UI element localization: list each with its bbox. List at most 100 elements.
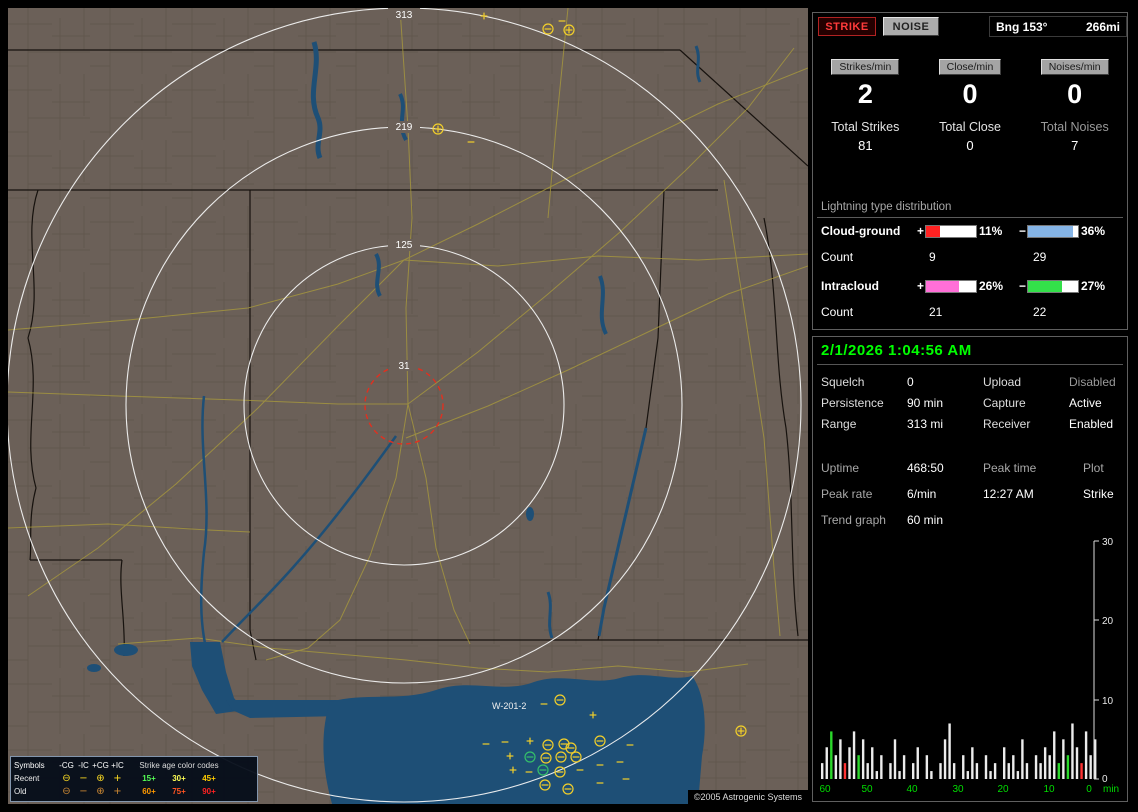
total-strikes-value: 81 [858,138,873,153]
divider [817,364,1123,365]
status-panel: 2/1/2026 1:04:56 AM Squelch 0 Upload Dis… [812,336,1128,802]
ic-positive-count: 21 [929,305,943,319]
squelch-label: Squelch [821,375,865,389]
trend-x-unit: min [1103,784,1119,795]
trend-bars [821,723,1097,779]
trend-x-label: 50 [861,784,873,795]
datetime-display: 2/1/2026 1:04:56 AM [821,342,972,359]
strike-mode-button[interactable]: STRIKE [818,17,876,36]
rates-section: Strikes/min 2 Total Strikes 81 Close/min… [813,59,1127,153]
cg-positive-bar [925,225,977,238]
range-ring-label: 313 [396,10,413,21]
copyright-notice: ©2005 Astrogenic Systems [687,790,808,804]
range-label: Range [821,417,857,431]
minus-sign: − [1019,279,1027,293]
upload-value: Disabled [1069,375,1116,389]
cg-negative-count: 29 [1033,250,1047,264]
trend-x-label: 30 [952,784,964,795]
ic-minus-symbol-icon: − [79,773,88,784]
bearing-label: Bng 153° [996,19,1048,34]
side-panel: STRIKE NOISE Bng 153° 266mi Strikes/min … [812,12,1130,804]
minus-sign: − [1019,224,1027,238]
total-close-label: Total Close [939,120,1001,134]
map-canvas[interactable]: 313 219 125 31 W-201-2 [8,8,808,804]
legend-row-label: Old [14,787,27,796]
cg-plus-symbol-icon: ⊕ [96,773,105,784]
noise-mode-button[interactable]: NOISE [883,17,939,36]
trend-x-label: 0 [1086,784,1092,795]
range-ring-label: 219 [396,122,413,133]
cg-positive-pct: 11% [979,224,1003,238]
distribution-row-name: Intracloud [821,279,880,293]
peak-rate-value: 6/min [907,487,937,501]
settings-grid: Squelch 0 Upload Disabled Persistence 90… [821,375,1123,431]
trend-y-label: 10 [1102,696,1114,707]
legend-column-header: -IC [78,761,89,770]
ic-plus-symbol-icon: + [113,786,122,797]
ic-negative-count: 22 [1033,305,1047,319]
trend-graph: 30 20 10 0 60 50 40 30 20 10 0 min [819,537,1119,795]
count-label: Count [821,250,854,264]
station-label: W-201-2 [492,701,526,711]
total-noises-value: 7 [1071,138,1079,153]
uptime-label: Uptime [821,461,860,475]
range-value: 313 mi [907,417,944,431]
peak-time-value: 12:27 AM [983,487,1034,501]
total-noises-label: Total Noises [1040,120,1109,134]
divider [817,217,1123,218]
trend-graph-label: Trend graph [821,513,886,527]
cg-negative-pct: 36% [1081,224,1106,238]
legend-column-header: -CG [59,761,74,770]
peak-rate-label: Peak rate [821,487,873,501]
total-close-value: 0 [966,138,974,153]
legend-symbols-header: Symbols [14,761,45,770]
cloud-ground-row: Cloud-ground + 11% − 36% [813,224,1127,238]
ic-positive-bar [925,280,977,293]
map-view[interactable]: 313 219 125 31 W-201-2 Symbols -CG -IC +… [8,8,808,804]
ic-negative-bar [1027,280,1079,293]
ic-minus-symbol-icon: − [79,786,88,797]
cg-positive-count: 9 [929,250,936,264]
bearing-display: Bng 153° 266mi [989,16,1127,37]
count-label: Count [821,305,854,319]
ic-plus-symbol-icon: + [113,773,122,784]
strikes-per-min-button[interactable]: Strikes/min [831,59,900,75]
trend-y-label: 20 [1102,616,1114,627]
plot-value: Strike [1083,487,1114,501]
squelch-value: 0 [907,375,914,389]
close-per-min-column: Close/min 0 Total Close 0 [918,59,1023,153]
trend-x-label: 40 [906,784,918,795]
cloud-ground-count-row: Count 9 29 [813,250,1127,264]
trend-y-label: 30 [1102,537,1114,548]
strikes-per-min-value: 2 [857,79,873,109]
trend-x-label: 60 [819,784,831,795]
capture-label: Capture [983,396,1026,410]
bearing-range-value: 266mi [1085,19,1120,34]
cg-minus-symbol-icon: ⊖ [62,773,71,784]
close-per-min-button[interactable]: Close/min [938,59,1002,75]
capture-value: Active [1069,396,1102,410]
plot-label: Plot [1083,461,1104,475]
noises-per-min-button[interactable]: Noises/min [1040,59,1109,75]
intracloud-row: Intracloud + 26% − 27% [813,279,1127,293]
trend-x-label: 20 [997,784,1009,795]
legend-age-header: Strike age color codes [139,761,219,770]
upload-label: Upload [983,375,1022,389]
close-per-min-value: 0 [962,79,978,109]
receiver-value: Enabled [1069,417,1114,431]
legend-age-value: 15+ [142,774,156,783]
range-ring-label: 125 [396,240,413,251]
noises-per-min-column: Noises/min 0 Total Noises 7 [1022,59,1127,153]
plus-sign: + [917,224,925,238]
peak-time-label: Peak time [983,461,1037,475]
legend-column-header: +IC [111,761,124,770]
legend-row-label: Recent [14,774,40,783]
cg-plus-symbol-icon: ⊕ [96,786,105,797]
persistence-label: Persistence [821,396,884,410]
legend-age-value: 45+ [202,774,216,783]
uptime-grid: Uptime 468:50 Peak time Plot Peak rate 6… [821,461,1123,539]
map-legend: Symbols -CG -IC +CG +IC Strike age color… [10,756,258,802]
cg-negative-bar [1027,225,1079,238]
legend-age-value: 75+ [172,787,186,796]
cg-minus-symbol-icon: ⊖ [62,786,71,797]
